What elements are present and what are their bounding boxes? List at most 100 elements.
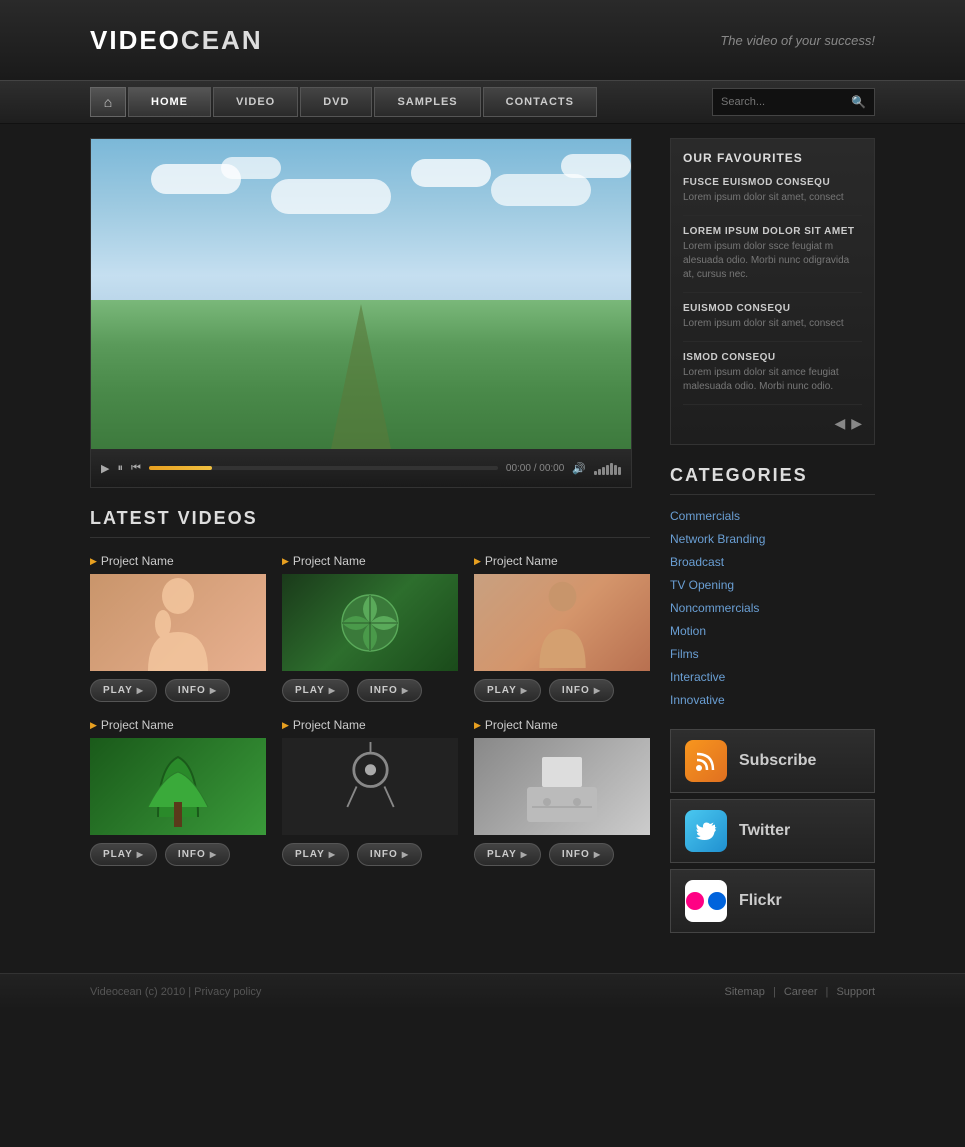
nav-item-samples[interactable]: SAMPLES — [374, 87, 480, 117]
nav-item-home[interactable]: HOME — [128, 87, 211, 117]
footer-separator-1: | — [773, 986, 779, 998]
footer-separator-2: | — [826, 986, 832, 998]
footer-copyright: Videocean (c) 2010 | Privacy policy — [90, 986, 261, 998]
nav-item-video[interactable]: VIDEO — [213, 87, 298, 117]
category-link-3[interactable]: TV Opening — [670, 578, 734, 592]
video-item-title-2: Project Name — [282, 554, 458, 568]
play-btn-6[interactable]: PLAY — [474, 843, 541, 866]
progress-bar[interactable] — [149, 466, 498, 470]
play-button[interactable]: ▶ — [101, 462, 109, 475]
subscribe-button[interactable]: Subscribe — [670, 729, 875, 793]
footer-link-career[interactable]: Career — [784, 986, 818, 998]
fav-desc-2: Lorem ipsum dolor ssce feugiat m alesuad… — [683, 240, 862, 282]
video-btn-row-6: PLAY INFO — [474, 843, 650, 866]
fav-desc-3: Lorem ipsum dolor sit amet, consect — [683, 317, 862, 331]
stop-button[interactable]: ⏮ — [131, 462, 141, 475]
category-link-8[interactable]: Innovative — [670, 693, 725, 707]
video-section: ▶ ⏸ ⏮ 00:00 / 00:00 🔊 — [90, 138, 650, 939]
video-item-title-4: Project Name — [90, 718, 266, 732]
category-item-1: Network Branding — [670, 530, 875, 548]
fav-desc-1: Lorem ipsum dolor sit amet, consect — [683, 191, 862, 205]
info-btn-1[interactable]: INFO — [165, 679, 230, 702]
video-thumb-3 — [474, 574, 650, 671]
main-content: ▶ ⏸ ⏮ 00:00 / 00:00 🔊 — [0, 124, 965, 953]
fav-item-1: FUSCE EUISMOD CONSEQU Lorem ipsum dolor … — [683, 177, 862, 216]
favourites-box: OUR FAVOURITES FUSCE EUISMOD CONSEQU Lor… — [670, 138, 875, 445]
video-thumb-1 — [90, 574, 266, 671]
footer-link-sitemap[interactable]: Sitemap — [725, 986, 765, 998]
video-btn-row-1: PLAY INFO — [90, 679, 266, 702]
search-input[interactable] — [721, 96, 851, 108]
video-item-title-1: Project Name — [90, 554, 266, 568]
search-icon: 🔍 — [851, 95, 866, 109]
video-item-4: Project Name PLAY INFO — [90, 718, 266, 866]
navigation: ⌂ HOME VIDEO DVD SAMPLES CONTACTS 🔍 — [0, 80, 965, 124]
footer-links: Sitemap | Career | Support — [725, 986, 875, 998]
category-link-0[interactable]: Commercials — [670, 509, 740, 523]
category-item-6: Films — [670, 645, 875, 663]
video-btn-row-3: PLAY INFO — [474, 679, 650, 702]
category-link-6[interactable]: Films — [670, 647, 699, 661]
fav-title-1: FUSCE EUISMOD CONSEQU — [683, 177, 862, 188]
flickr-dots — [686, 892, 726, 910]
video-item-3: Project Name PLAY INFO — [474, 554, 650, 702]
video-thumb-4 — [90, 738, 266, 835]
fav-title-2: LOREM IPSUM DOLOR SIT AMET — [683, 226, 862, 237]
pause-button[interactable]: ⏸ — [117, 462, 123, 475]
info-btn-2[interactable]: INFO — [357, 679, 422, 702]
fav-prev-btn[interactable]: ◀ — [834, 415, 845, 432]
video-thumb-5 — [282, 738, 458, 835]
twitter-button[interactable]: Twitter — [670, 799, 875, 863]
play-btn-3[interactable]: PLAY — [474, 679, 541, 702]
video-item-2: Project Name — [282, 554, 458, 702]
category-link-5[interactable]: Motion — [670, 624, 706, 638]
play-btn-5[interactable]: PLAY — [282, 843, 349, 866]
play-btn-1[interactable]: PLAY — [90, 679, 157, 702]
video-btn-row-5: PLAY INFO — [282, 843, 458, 866]
volume-bars — [594, 461, 621, 475]
logo-suffix: CEAN — [181, 25, 263, 55]
fav-title-4: ISMOD CONSEQU — [683, 352, 862, 363]
fav-item-3: EUISMOD CONSEQU Lorem ipsum dolor sit am… — [683, 303, 862, 342]
flickr-dot-blue — [708, 892, 726, 910]
categories-list: Commercials Network Branding Broadcast T… — [670, 507, 875, 709]
info-btn-6[interactable]: INFO — [549, 843, 614, 866]
nav-home-button[interactable]: ⌂ — [90, 87, 126, 117]
info-btn-3[interactable]: INFO — [549, 679, 614, 702]
subscribe-label: Subscribe — [739, 752, 816, 770]
category-item-5: Motion — [670, 622, 875, 640]
video-thumb-6 — [474, 738, 650, 835]
nav-item-dvd[interactable]: DVD — [300, 87, 372, 117]
category-link-7[interactable]: Interactive — [670, 670, 725, 684]
category-link-2[interactable]: Broadcast — [670, 555, 724, 569]
sidebar: OUR FAVOURITES FUSCE EUISMOD CONSEQU Lor… — [670, 138, 875, 939]
video-controls: ▶ ⏸ ⏮ 00:00 / 00:00 🔊 — [91, 449, 631, 487]
fav-desc-4: Lorem ipsum dolor sit amce feugiat males… — [683, 366, 862, 394]
footer-link-support[interactable]: Support — [836, 986, 875, 998]
logo-prefix: VIDEO — [90, 25, 181, 55]
fav-item-2: LOREM IPSUM DOLOR SIT AMET Lorem ipsum d… — [683, 226, 862, 293]
category-item-8: Innovative — [670, 691, 875, 709]
progress-fill — [149, 466, 212, 470]
category-link-4[interactable]: Noncommercials — [670, 601, 759, 615]
twitter-label: Twitter — [739, 822, 790, 840]
info-btn-4[interactable]: INFO — [165, 843, 230, 866]
video-btn-row-4: PLAY INFO — [90, 843, 266, 866]
video-item-title-5: Project Name — [282, 718, 458, 732]
nav-item-contacts[interactable]: CONTACTS — [483, 87, 597, 117]
video-screen — [91, 139, 631, 449]
info-btn-5[interactable]: INFO — [357, 843, 422, 866]
flickr-button[interactable]: Flickr — [670, 869, 875, 933]
search-box[interactable]: 🔍 — [712, 88, 875, 116]
play-btn-4[interactable]: PLAY — [90, 843, 157, 866]
play-btn-2[interactable]: PLAY — [282, 679, 349, 702]
category-item-2: Broadcast — [670, 553, 875, 571]
category-item-0: Commercials — [670, 507, 875, 525]
logo: VIDEOCEAN — [90, 25, 263, 56]
category-link-1[interactable]: Network Branding — [670, 532, 765, 546]
category-item-4: Noncommercials — [670, 599, 875, 617]
rss-icon — [685, 740, 727, 782]
favourites-title: OUR FAVOURITES — [683, 151, 862, 165]
fav-next-btn[interactable]: ▶ — [851, 415, 862, 432]
video-item-1: Project Name PLAY INFO — [90, 554, 266, 702]
